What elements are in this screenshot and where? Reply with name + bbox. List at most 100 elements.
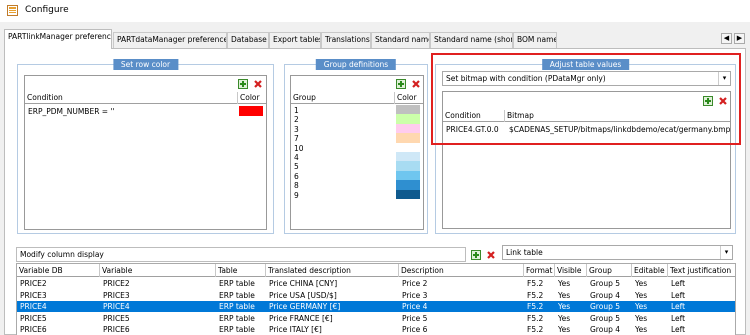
tab-database[interactable]: Database (227, 32, 269, 48)
delete-icon[interactable] (253, 79, 263, 89)
link-table-value: Link table (506, 248, 543, 257)
group-color-swatch[interactable] (396, 152, 420, 162)
group-color-swatch[interactable] (396, 133, 420, 143)
tab-strip: PARTlinkManager preferences PARTdataMana… (0, 28, 750, 49)
group-color-swatch[interactable] (396, 142, 420, 152)
table-row[interactable]: PRICE3 PRICE3 ERP table Price USA [USD/$] Pr… (17, 290, 735, 301)
table-cell: Group 5 (590, 313, 620, 323)
add-icon[interactable] (471, 250, 481, 260)
tab-translations[interactable]: Translations (321, 32, 371, 48)
delete-icon[interactable] (486, 250, 496, 260)
tab-standard-name-short[interactable]: Standard name (short) (430, 32, 513, 48)
table-cell: PRICE3 (103, 290, 130, 300)
group-number[interactable]: 3 (294, 125, 299, 134)
table-cell: ERP table (219, 313, 255, 323)
column-header[interactable]: Variable DB (17, 264, 100, 277)
row-color-header: Condition Color (25, 92, 266, 104)
table-cell: PRICE5 (20, 313, 47, 323)
table-cell: PRICE5 (103, 313, 130, 323)
column-header[interactable]: Editable (632, 264, 668, 277)
group-definitions-title: Group definitions (315, 59, 397, 70)
table-cell: ERP table (219, 325, 255, 334)
column-header[interactable]: Translated description (266, 264, 399, 277)
modify-column-display-label: Modify column display (20, 250, 104, 259)
column-header[interactable]: Format (524, 264, 555, 277)
column-header[interactable]: Variable (100, 264, 216, 277)
table-row[interactable]: PRICE2 PRICE2 ERP table Price CHINA [CNY] Pr… (17, 278, 735, 289)
table-cell: PRICE2 (103, 279, 130, 288)
highlight-annotation (431, 53, 741, 145)
table-row[interactable]: PRICE6 PRICE6 ERP table Price ITALY [€] Pric… (17, 324, 735, 335)
column-header-condition[interactable]: Condition (25, 92, 238, 104)
table-cell: Left (671, 325, 686, 334)
table-cell: Yes (558, 325, 571, 334)
set-row-color-group: Set row color Condition Color ERP_PDM_NU… (17, 59, 274, 234)
group-color-swatch[interactable] (396, 105, 420, 115)
column-header[interactable]: Text justification (668, 264, 735, 277)
group-number[interactable]: 10 (294, 144, 304, 153)
table-cell: Yes (635, 302, 648, 311)
group-number[interactable]: 2 (294, 115, 299, 124)
group-color-swatch[interactable] (396, 180, 420, 190)
delete-icon[interactable] (411, 79, 421, 89)
table-cell: Price 6 (402, 325, 428, 334)
group-color-swatch[interactable] (396, 170, 420, 181)
tab-bom-name[interactable]: BOM name (513, 32, 557, 48)
table-row[interactable]: PRICE5 PRICE5 ERP table Price FRANCE [€] Pri… (17, 313, 735, 324)
table-cell: PRICE4 (20, 302, 47, 311)
column-header-color[interactable]: Color (395, 92, 423, 104)
title-bar: Configure (0, 0, 750, 22)
group-color-swatch[interactable] (396, 114, 420, 124)
add-icon[interactable] (396, 79, 406, 89)
column-header[interactable]: Table (216, 264, 266, 277)
table-cell: Price 2 (402, 279, 428, 288)
add-icon[interactable] (238, 79, 248, 89)
table-cell: PRICE2 (20, 279, 47, 288)
table-cell: Left (671, 290, 686, 300)
table-cell: Yes (558, 290, 571, 300)
table-cell: ERP table (219, 302, 255, 311)
table-cell: Yes (635, 313, 648, 323)
table-cell: F5.2 (527, 290, 544, 300)
row-color-condition[interactable]: ERP_PDM_NUMBER = '' (28, 107, 115, 116)
table-cell: PRICE4 (103, 302, 130, 311)
group-number[interactable]: 5 (294, 162, 299, 171)
group-number[interactable]: 7 (294, 134, 299, 143)
table-cell: Yes (558, 302, 571, 311)
group-number[interactable]: 1 (294, 106, 299, 115)
table-cell: F5.2 (527, 313, 544, 323)
table-row[interactable]: PRICE4 PRICE4 ERP table Price GERMANY [€] Pr… (17, 301, 735, 312)
group-color-swatch[interactable] (396, 161, 420, 171)
column-display-table: Variable DB Variable Table Translated descr… (16, 263, 736, 335)
column-header[interactable]: Visible (555, 264, 587, 277)
table-cell: Price 5 (402, 313, 428, 323)
tab-scroll-right-button[interactable]: ▶ (734, 33, 745, 44)
tab-page: Set row color Condition Color ERP_PDM_NU… (4, 48, 746, 335)
group-color-swatch[interactable] (396, 123, 420, 134)
tab-scroll-left-button[interactable]: ◀ (721, 33, 732, 44)
modify-column-display-bar: Modify column display (16, 247, 466, 262)
column-header-color[interactable]: Color (238, 92, 266, 104)
group-number[interactable]: 9 (294, 191, 299, 200)
table-cell: Group 5 (590, 279, 620, 288)
table-cell: Left (671, 279, 686, 288)
group-number[interactable]: 4 (294, 153, 299, 162)
group-number[interactable]: 8 (294, 181, 299, 190)
row-color-swatch[interactable] (239, 106, 263, 116)
group-number[interactable]: 6 (294, 172, 299, 181)
link-table-dropdown[interactable]: Link table ▾ (502, 245, 733, 260)
row-color-table: Condition Color ERP_PDM_NUMBER = '' (24, 75, 267, 230)
tab-partlinkmanager-preferences[interactable]: PARTlinkManager preferences (4, 29, 112, 49)
column-header[interactable]: Description (399, 264, 524, 277)
table-cell: Price USA [USD/$] (269, 290, 337, 300)
tab-standard-name[interactable]: Standard name (371, 32, 430, 48)
tab-partdatamanager-preferences[interactable]: PARTdataManager preferences (113, 32, 227, 48)
column-header[interactable]: Group (587, 264, 632, 277)
chevron-down-icon[interactable]: ▾ (720, 246, 732, 259)
table-cell: PRICE6 (20, 325, 47, 334)
tab-export-tables[interactable]: Export tables (269, 32, 321, 48)
column-header-group[interactable]: Group (291, 92, 395, 104)
group-color-swatch[interactable] (396, 189, 420, 199)
table-cell: Yes (558, 279, 571, 288)
table-cell: Yes (635, 290, 648, 300)
